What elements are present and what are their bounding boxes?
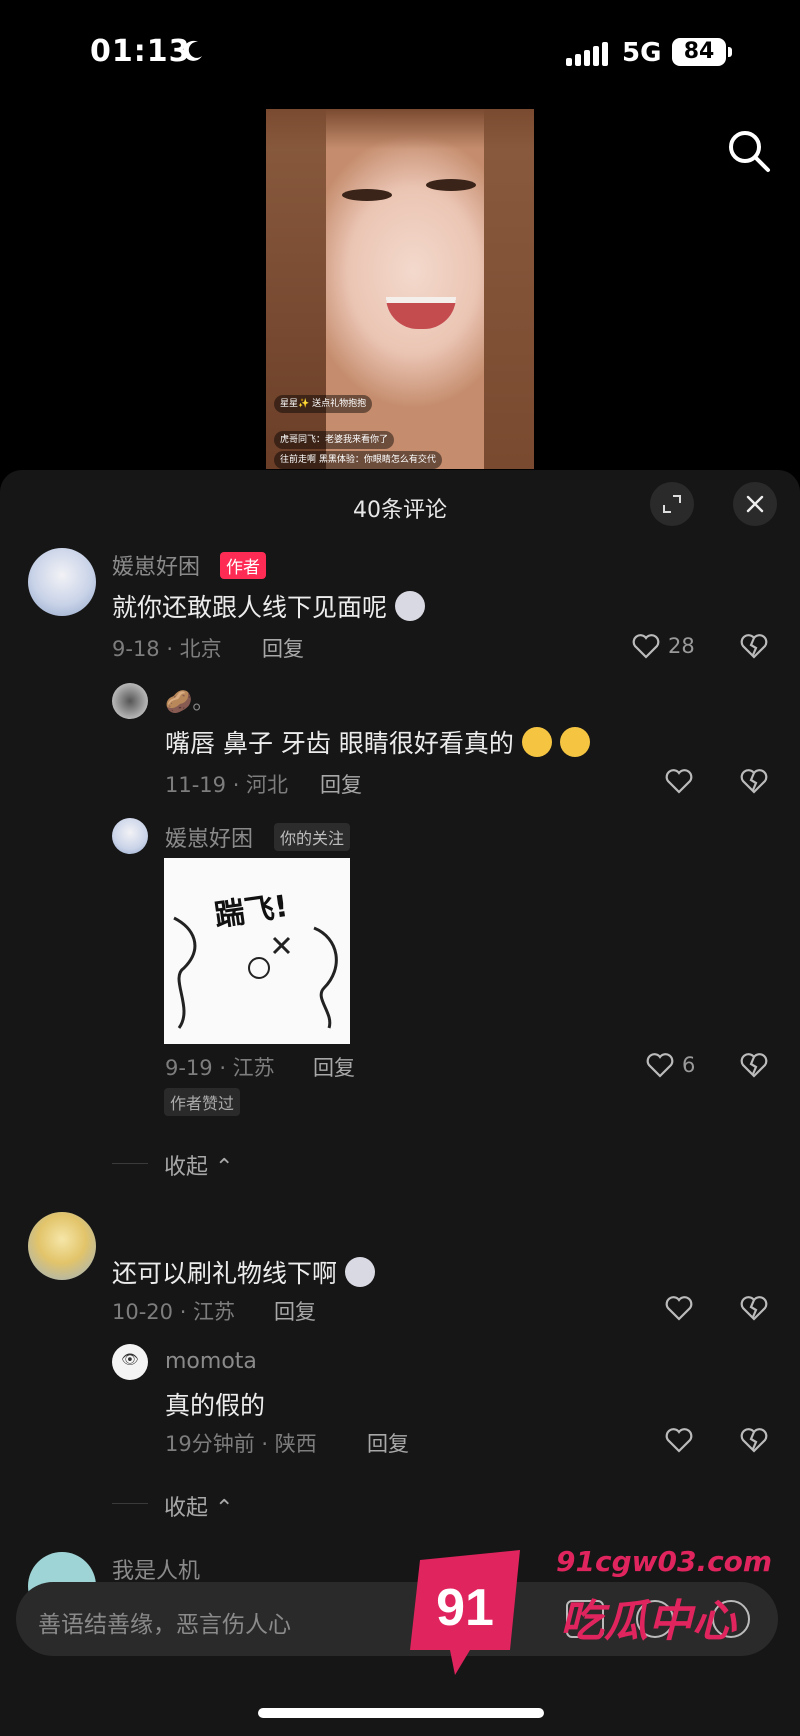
dislike-icon[interactable] (738, 1424, 770, 1456)
comment-username[interactable]: 我是人机 (112, 1553, 200, 1585)
collapse-button[interactable]: 收起 ⌃ (164, 1490, 233, 1522)
logo-number: 91 (436, 1579, 494, 1637)
grin-emoji-icon (559, 727, 590, 757)
like-icon[interactable] (663, 1424, 695, 1456)
like-count: 6 (682, 1053, 696, 1077)
comment-text-content: 就你还敢跟人线下见面呢 (112, 593, 388, 622)
comment-text-content: 还可以刷礼物线下啊 (112, 1259, 338, 1288)
video-eye-right (426, 179, 476, 191)
reply-date-location: 11-19 · 河北 (165, 773, 289, 797)
comment-username[interactable]: 媛崽好困 (112, 549, 200, 581)
video-hair-right (484, 109, 534, 469)
like-icon[interactable] (663, 1292, 695, 1324)
sticker-drawing (173, 916, 338, 1029)
video-user-name: 星星✨ (280, 399, 310, 409)
comment-date-location: 9-18 · 北京 (112, 637, 222, 661)
comment-date-location: 10-20 · 江苏 (112, 1300, 236, 1324)
comment-text: 就你还敢跟人线下见面呢 (112, 588, 425, 624)
video-preview[interactable]: 星星✨ 送点礼物抱抱 虎哥同飞：老婆我来看你了 往前走啊 黑黑体验：你眼睛怎么有… (266, 109, 534, 469)
collapse-button[interactable]: 收起 ⌃ (164, 1149, 233, 1181)
home-indicator[interactable] (258, 1708, 544, 1718)
reply-date-location: 9-19 · 江苏 (165, 1056, 275, 1080)
expand-icon (663, 495, 681, 513)
expand-button[interactable] (650, 482, 694, 526)
reply-text-content: 嘴唇 鼻子 牙齿 眼睛很好看真的 (165, 729, 514, 758)
reply-button[interactable]: 回复 (274, 1296, 316, 1326)
reply-username[interactable]: momota (165, 1349, 257, 1374)
battery-tip (728, 47, 732, 57)
dislike-icon[interactable] (738, 1049, 770, 1081)
dislike-icon[interactable] (738, 765, 770, 797)
author-badge: 作者 (220, 552, 266, 579)
reply-button[interactable]: 回复 (320, 769, 362, 799)
video-chat-row-2: 往前走啊 黑黑体验：你眼睛怎么有交代 (274, 451, 442, 469)
sticker-image[interactable]: 踹飞! (164, 858, 350, 1044)
close-icon (746, 495, 764, 513)
watermark-brand: 吃瓜中心 (560, 1596, 736, 1647)
comment-text: 还可以刷礼物线下啊 (112, 1254, 375, 1290)
reply-button[interactable]: 回复 (367, 1428, 409, 1458)
reply-text: 嘴唇 鼻子 牙齿 眼睛很好看真的 (165, 724, 590, 760)
dislike-icon[interactable] (738, 1292, 770, 1324)
collapse-label: 收起 (164, 1155, 209, 1180)
collapse-label: 收起 (164, 1496, 209, 1521)
avatar[interactable] (112, 818, 148, 854)
video-chat-row-1: 虎哥同飞：老婆我来看你了 (274, 431, 395, 449)
video-hair-top (266, 109, 534, 149)
reply-button[interactable]: 回复 (262, 633, 304, 663)
video-user-sub: 送点礼物抱抱 (312, 399, 367, 409)
network-label: 5G (622, 38, 662, 68)
chevron-up-icon: ⌃ (215, 1496, 234, 1521)
divider (112, 1503, 148, 1504)
battery-level: 84 (672, 38, 726, 66)
like-count: 28 (668, 634, 695, 658)
following-badge: 你的关注 (274, 823, 351, 851)
reply-username[interactable]: 媛崽好困 (165, 821, 253, 853)
video-eye-left (342, 189, 392, 201)
cat-emoji-icon (394, 591, 425, 621)
avatar[interactable] (28, 1212, 96, 1280)
reply-username[interactable]: 🥔。 (165, 684, 214, 716)
comment-input-placeholder: 善语结善缘，恶言伤人心 (38, 1612, 291, 1638)
signal-icon (566, 42, 611, 66)
status-bar: 01:13 5G 84 (0, 0, 800, 100)
like-icon[interactable] (630, 630, 662, 662)
site-logo: 91 (410, 1550, 520, 1675)
close-button[interactable] (733, 482, 777, 526)
video-user-tag: 星星✨ 送点礼物抱抱 (274, 395, 373, 413)
status-time: 01:13 (90, 34, 191, 69)
watermark-site: 91cgw03.com (556, 1545, 773, 1578)
like-icon[interactable] (644, 1049, 676, 1081)
like-icon[interactable] (663, 765, 695, 797)
divider (112, 1163, 148, 1164)
reply-date-location: 19分钟前 · 陕西 (165, 1432, 317, 1456)
moon-icon (183, 40, 202, 61)
video-mouth (386, 297, 456, 329)
chevron-up-icon: ⌃ (215, 1155, 234, 1180)
author-liked-tag: 作者赞过 (164, 1088, 241, 1116)
eye-icon: 👁 (121, 1352, 139, 1368)
search-icon[interactable] (726, 128, 772, 174)
video-hair-left (266, 109, 326, 469)
reply-button[interactable]: 回复 (313, 1052, 355, 1082)
reply-text: 真的假的 (165, 1391, 266, 1420)
avatar[interactable]: 👁 (112, 1344, 148, 1380)
avatar[interactable] (28, 548, 96, 616)
cat-emoji-icon (344, 1257, 375, 1287)
grin-emoji-icon (521, 727, 552, 757)
dislike-icon[interactable] (738, 630, 770, 662)
avatar[interactable] (112, 683, 148, 719)
